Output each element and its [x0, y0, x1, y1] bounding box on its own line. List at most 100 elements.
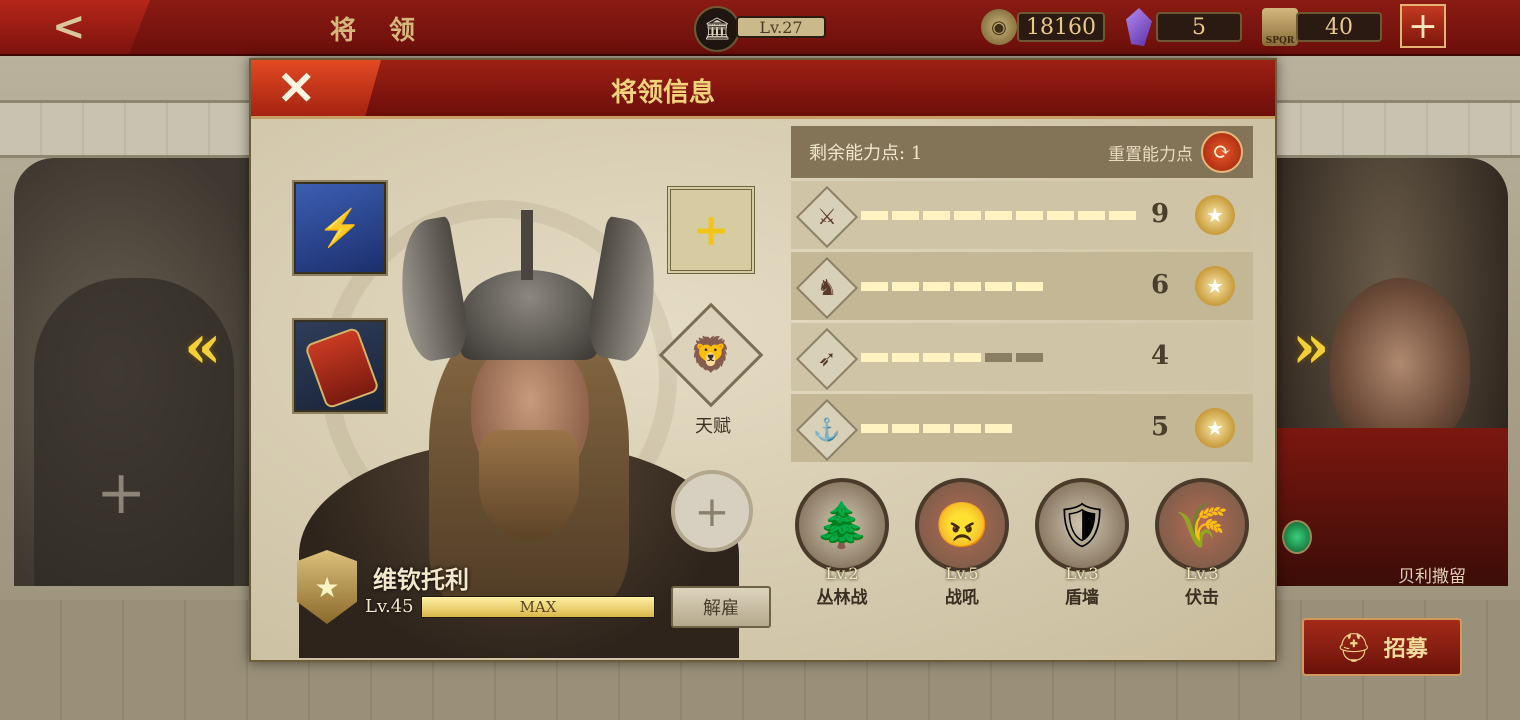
left-wing	[389, 215, 473, 365]
warcry-icon-glyph: 😠	[934, 500, 990, 551]
attribute-bar-segment	[861, 424, 888, 433]
skill-item[interactable]: 🌲 Lv.2 丛林战	[793, 478, 891, 608]
red-cloak	[1270, 428, 1508, 586]
plus-icon: +	[694, 486, 730, 536]
skill-item[interactable]: 😠 Lv.5 战吼	[913, 478, 1011, 608]
attribute-bar-segment	[985, 211, 1012, 220]
left-general-card[interactable]: +	[14, 158, 264, 586]
lion-icon: 🦁	[689, 335, 733, 375]
laurel-star-icon: ★	[1195, 266, 1235, 306]
skill-name: 丛林战	[816, 588, 868, 608]
attribute-bar-segment	[923, 353, 950, 362]
ambush-icon-glyph: 🌾	[1174, 500, 1230, 551]
plus-icon: +	[1407, 5, 1439, 47]
attribute-bar-segment	[985, 353, 1012, 362]
right-wing	[583, 215, 667, 365]
skill-item[interactable]: 🛡 Lv.3 盾墙	[1033, 478, 1131, 608]
attribute-bar-segment	[923, 282, 950, 291]
attribute-bar-segment	[892, 282, 919, 291]
sword-icon: ⚔	[795, 185, 859, 249]
reset-points-label: 重置能力点	[1108, 144, 1193, 165]
attribute-bar-segment	[954, 282, 981, 291]
gold-coin-icon: ◉	[981, 9, 1017, 45]
prev-general-arrow[interactable]: «	[184, 312, 222, 382]
attribute-bar-segment	[861, 282, 888, 291]
attribute-bar	[861, 211, 1136, 220]
attribute-bar-segment	[954, 353, 981, 362]
sword-icon-glyph: ⚔	[817, 204, 837, 230]
attribute-bar-segment	[1016, 211, 1043, 220]
skill-name: 战吼	[945, 588, 979, 608]
remaining-points-value: 1	[910, 143, 923, 164]
forest-icon-glyph: 🌲	[814, 500, 870, 551]
reset-points-button[interactable]: ⟳	[1201, 131, 1243, 173]
spartan-helmet-icon: ⛑	[1336, 630, 1372, 664]
attribute-row: ♞ 6 ★	[791, 252, 1253, 320]
attribute-bar-segment	[923, 424, 950, 433]
spqr-token-icon: SPQR	[1262, 8, 1298, 46]
helmet-spike	[521, 210, 533, 280]
warcry-icon: 😠	[915, 478, 1009, 572]
cavalry-icon-glyph: ♞	[817, 275, 837, 301]
back-arrow-icon: <	[52, 3, 86, 50]
close-icon: ✕	[277, 61, 316, 115]
attribute-bar-segment	[923, 211, 950, 220]
star-icon: ★	[314, 570, 340, 604]
attribute-bar-segment	[861, 353, 888, 362]
attribute-bar	[861, 424, 1012, 433]
attribute-value: 9	[1151, 199, 1170, 229]
attribute-bar-segment	[892, 353, 919, 362]
exp-bar: MAX	[421, 596, 655, 618]
recruit-button[interactable]: ⛑ 招募	[1302, 618, 1462, 676]
cavalry-icon: ♞	[795, 256, 859, 320]
anchor-icon-glyph: ⚓	[813, 417, 841, 443]
skill-item[interactable]: 🌾 Lv.3 伏击	[1153, 478, 1251, 608]
dismiss-label: 解雇	[703, 598, 739, 619]
bow-icon-glyph: ➶	[817, 346, 837, 372]
attribute-panel: 剩余能力点: 1 重置能力点 ⟳ ⚔ 9 ★ ♞ 6 ★ ➶ 4 ⚓ 5 ★	[791, 126, 1253, 462]
general-portrait	[1330, 278, 1470, 448]
right-general-name: 贝利撒留	[1398, 567, 1466, 586]
gem-count: 5	[1156, 12, 1242, 42]
laurel-star-icon: ★	[1195, 195, 1235, 235]
skill-level: Lv.2	[825, 564, 859, 583]
dismiss-button[interactable]: 解雇	[671, 586, 771, 628]
attribute-bar	[861, 353, 1043, 362]
talent-label: 天赋	[695, 416, 731, 437]
recruit-label: 招募	[1383, 636, 1428, 662]
exp-max-label: MAX	[519, 598, 557, 616]
attribute-bar-segment	[1109, 211, 1136, 220]
gold-count: 18160	[1017, 12, 1105, 42]
add-currency-button[interactable]: +	[1400, 4, 1446, 48]
token-count: 40	[1296, 12, 1382, 42]
close-button[interactable]: ✕	[251, 60, 381, 116]
general-info-modal: ✕ 将领信息 ⚡ + 🦁 天赋 + ★ 维钦托利 Lv.45 MAX 解雇 剩余…	[249, 58, 1277, 662]
next-general-arrow[interactable]: »	[1292, 312, 1330, 382]
attribute-value: 4	[1151, 341, 1170, 371]
attribute-row: ⚓ 5 ★	[791, 394, 1253, 462]
attribute-bar-segment	[985, 282, 1012, 291]
attribute-row: ⚔ 9 ★	[791, 181, 1253, 249]
back-button[interactable]: <	[0, 0, 150, 54]
anchor-icon: ⚓	[795, 398, 859, 462]
attribute-bar-segment	[954, 424, 981, 433]
attribute-bar-segment	[985, 424, 1012, 433]
refresh-icon: ⟳	[1212, 139, 1232, 165]
attribute-row: ➶ 4	[791, 323, 1253, 391]
add-skill-slot[interactable]: +	[671, 470, 753, 552]
level-display: Lv.27	[736, 16, 826, 38]
add-talent-slot[interactable]: +	[667, 186, 755, 274]
laurel-star-icon: ★	[1195, 408, 1235, 448]
plus-icon: +	[692, 204, 730, 256]
general-level: Lv.45	[365, 596, 414, 617]
winged-helmet	[461, 270, 597, 360]
bow-icon: ➶	[795, 327, 859, 391]
attribute-bar-segment	[892, 424, 919, 433]
skill-name: 盾墙	[1065, 588, 1099, 608]
forest-icon: 🌲	[795, 478, 889, 572]
beard	[479, 430, 579, 540]
remaining-points-label: 剩余能力点:	[809, 143, 906, 164]
attribute-bar-segment	[1047, 211, 1074, 220]
skill-level: Lv.3	[1185, 564, 1219, 583]
city-hall-icon: 🏛	[694, 6, 740, 52]
